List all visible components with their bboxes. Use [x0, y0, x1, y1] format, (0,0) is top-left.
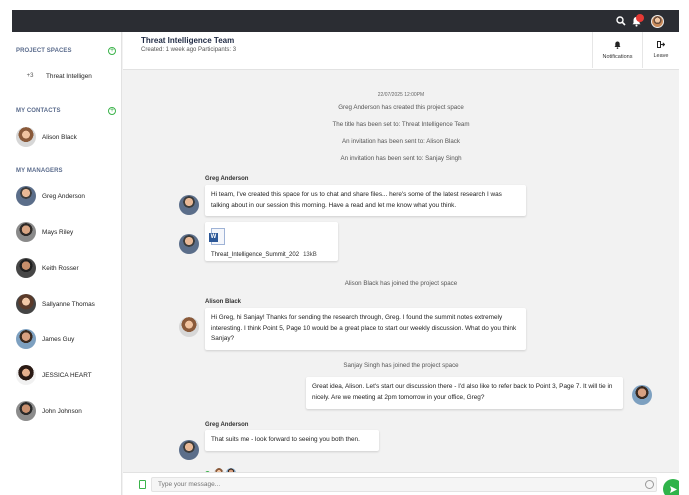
system-message: Sanjay Singh has joined the project spac… — [343, 362, 459, 369]
project-spaces-heading: PROJECT SPACES — [16, 48, 72, 54]
add-contact-icon[interactable]: + — [108, 107, 116, 115]
avatar — [179, 195, 199, 215]
top-bar — [12, 10, 679, 32]
avatar — [179, 317, 199, 337]
sidebar-item-manager[interactable]: JESSICA HEART — [16, 362, 118, 388]
avatar — [16, 258, 36, 278]
sidebar-item-manager[interactable]: John Johnson — [16, 398, 118, 424]
my-managers-heading: MY MANAGERS — [16, 168, 63, 174]
project-member-count: +3 — [26, 73, 34, 79]
sidebar-item-manager[interactable]: Mays Riley — [16, 219, 118, 245]
sidebar-item-manager[interactable]: Keith Rosser — [16, 255, 118, 281]
system-message: The title has been set to: Threat Intell… — [332, 121, 470, 128]
user-avatar[interactable] — [650, 14, 664, 28]
leave-label: Leave — [653, 53, 669, 59]
message-input[interactable] — [151, 477, 657, 492]
avatar — [16, 401, 36, 421]
word-file-icon — [209, 228, 225, 245]
contact-name: Alison Black — [42, 133, 77, 141]
manager-name: Greg Anderson — [42, 192, 85, 200]
sidebar: PROJECT SPACES + +3 Threat Intelligen MY… — [12, 32, 122, 495]
file-attachment[interactable]: Threat_Intelligence_Summit_20213kB — [205, 222, 338, 261]
message-sender: Greg Anderson — [205, 422, 249, 428]
app-window: PROJECT SPACES + +3 Threat Intelligen MY… — [12, 10, 679, 495]
send-button[interactable] — [663, 479, 679, 495]
manager-name: Mays Riley — [42, 228, 74, 236]
send-icon — [669, 485, 677, 493]
sidebar-item-manager[interactable]: Sallyanne Thomas — [16, 291, 118, 317]
my-contacts-heading: MY CONTACTS — [16, 108, 61, 114]
sidebar-item-manager[interactable]: James Guy — [16, 326, 118, 352]
emoji-icon[interactable] — [645, 480, 654, 489]
message-bubble: Hi Greg, hi Sanjay! Thanks for sending t… — [205, 308, 526, 350]
project-label: Threat Intelligen — [46, 72, 92, 80]
avatar — [16, 186, 36, 206]
chat-header: Threat Intelligence Team Created: 1 week… — [123, 32, 679, 70]
bell-icon — [614, 41, 621, 51]
chat-timestamp: 22/07/2025 12:00PM — [377, 92, 425, 98]
message-bubble: Hi team, I've created this space for us … — [205, 185, 526, 216]
avatar — [179, 440, 199, 460]
sidebar-item-project[interactable]: +3 Threat Intelligen — [16, 63, 118, 89]
user-avatar-icon — [650, 14, 664, 28]
system-message: An invitation has been sent to: Sanjay S… — [340, 155, 462, 162]
message-sender: Alison Black — [205, 299, 242, 305]
avatar — [16, 365, 36, 385]
chat-area: 22/07/2025 12:00PM Greg Anderson has cre… — [123, 70, 679, 478]
file-name-text: Threat_Intelligence_Summit_202 — [211, 252, 300, 258]
message-bubble: That suits me - look forward to seeing y… — [205, 430, 379, 451]
add-project-space-icon[interactable]: + — [108, 47, 116, 55]
message-sender: Greg Anderson — [205, 176, 249, 182]
page-title: Threat Intelligence Team — [141, 36, 235, 45]
file-size: 13kB — [303, 252, 317, 258]
manager-name: James Guy — [42, 335, 75, 343]
sidebar-item-contact[interactable]: Alison Black — [16, 124, 118, 150]
message-composer — [123, 472, 679, 495]
exit-icon — [657, 41, 666, 50]
notifications-label: Notifications — [602, 53, 633, 60]
manager-name: Keith Rosser — [42, 264, 79, 272]
project-meta: Created: 1 week ago Participants: 3 — [141, 47, 237, 53]
manager-name: John Johnson — [42, 407, 82, 415]
file-name: Threat_Intelligence_Summit_202 13kB — [211, 250, 317, 261]
system-message: Alison Black has joined the project spac… — [344, 280, 458, 287]
avatar — [16, 127, 36, 147]
attach-file-icon[interactable] — [139, 480, 146, 489]
sidebar-item-manager[interactable]: Greg Anderson — [16, 183, 118, 209]
leave-button[interactable]: Leave — [642, 32, 679, 68]
avatar — [632, 385, 652, 405]
avatar — [16, 222, 36, 242]
avatar — [179, 234, 199, 254]
notifications-button[interactable]: Notifications — [592, 32, 642, 68]
system-message: Greg Anderson has created this project s… — [338, 104, 464, 111]
manager-name: JESSICA HEART — [42, 371, 92, 379]
avatar — [16, 329, 36, 349]
search-icon[interactable] — [614, 14, 628, 28]
message-bubble: Great idea, Alison. Let's start our disc… — [306, 377, 623, 409]
avatar — [16, 294, 36, 314]
system-message: An invitation has been sent to: Alison B… — [342, 138, 460, 145]
alert-dot — [636, 14, 644, 22]
manager-name: Sallyanne Thomas — [42, 300, 95, 308]
bell-alert-icon[interactable] — [629, 14, 644, 28]
